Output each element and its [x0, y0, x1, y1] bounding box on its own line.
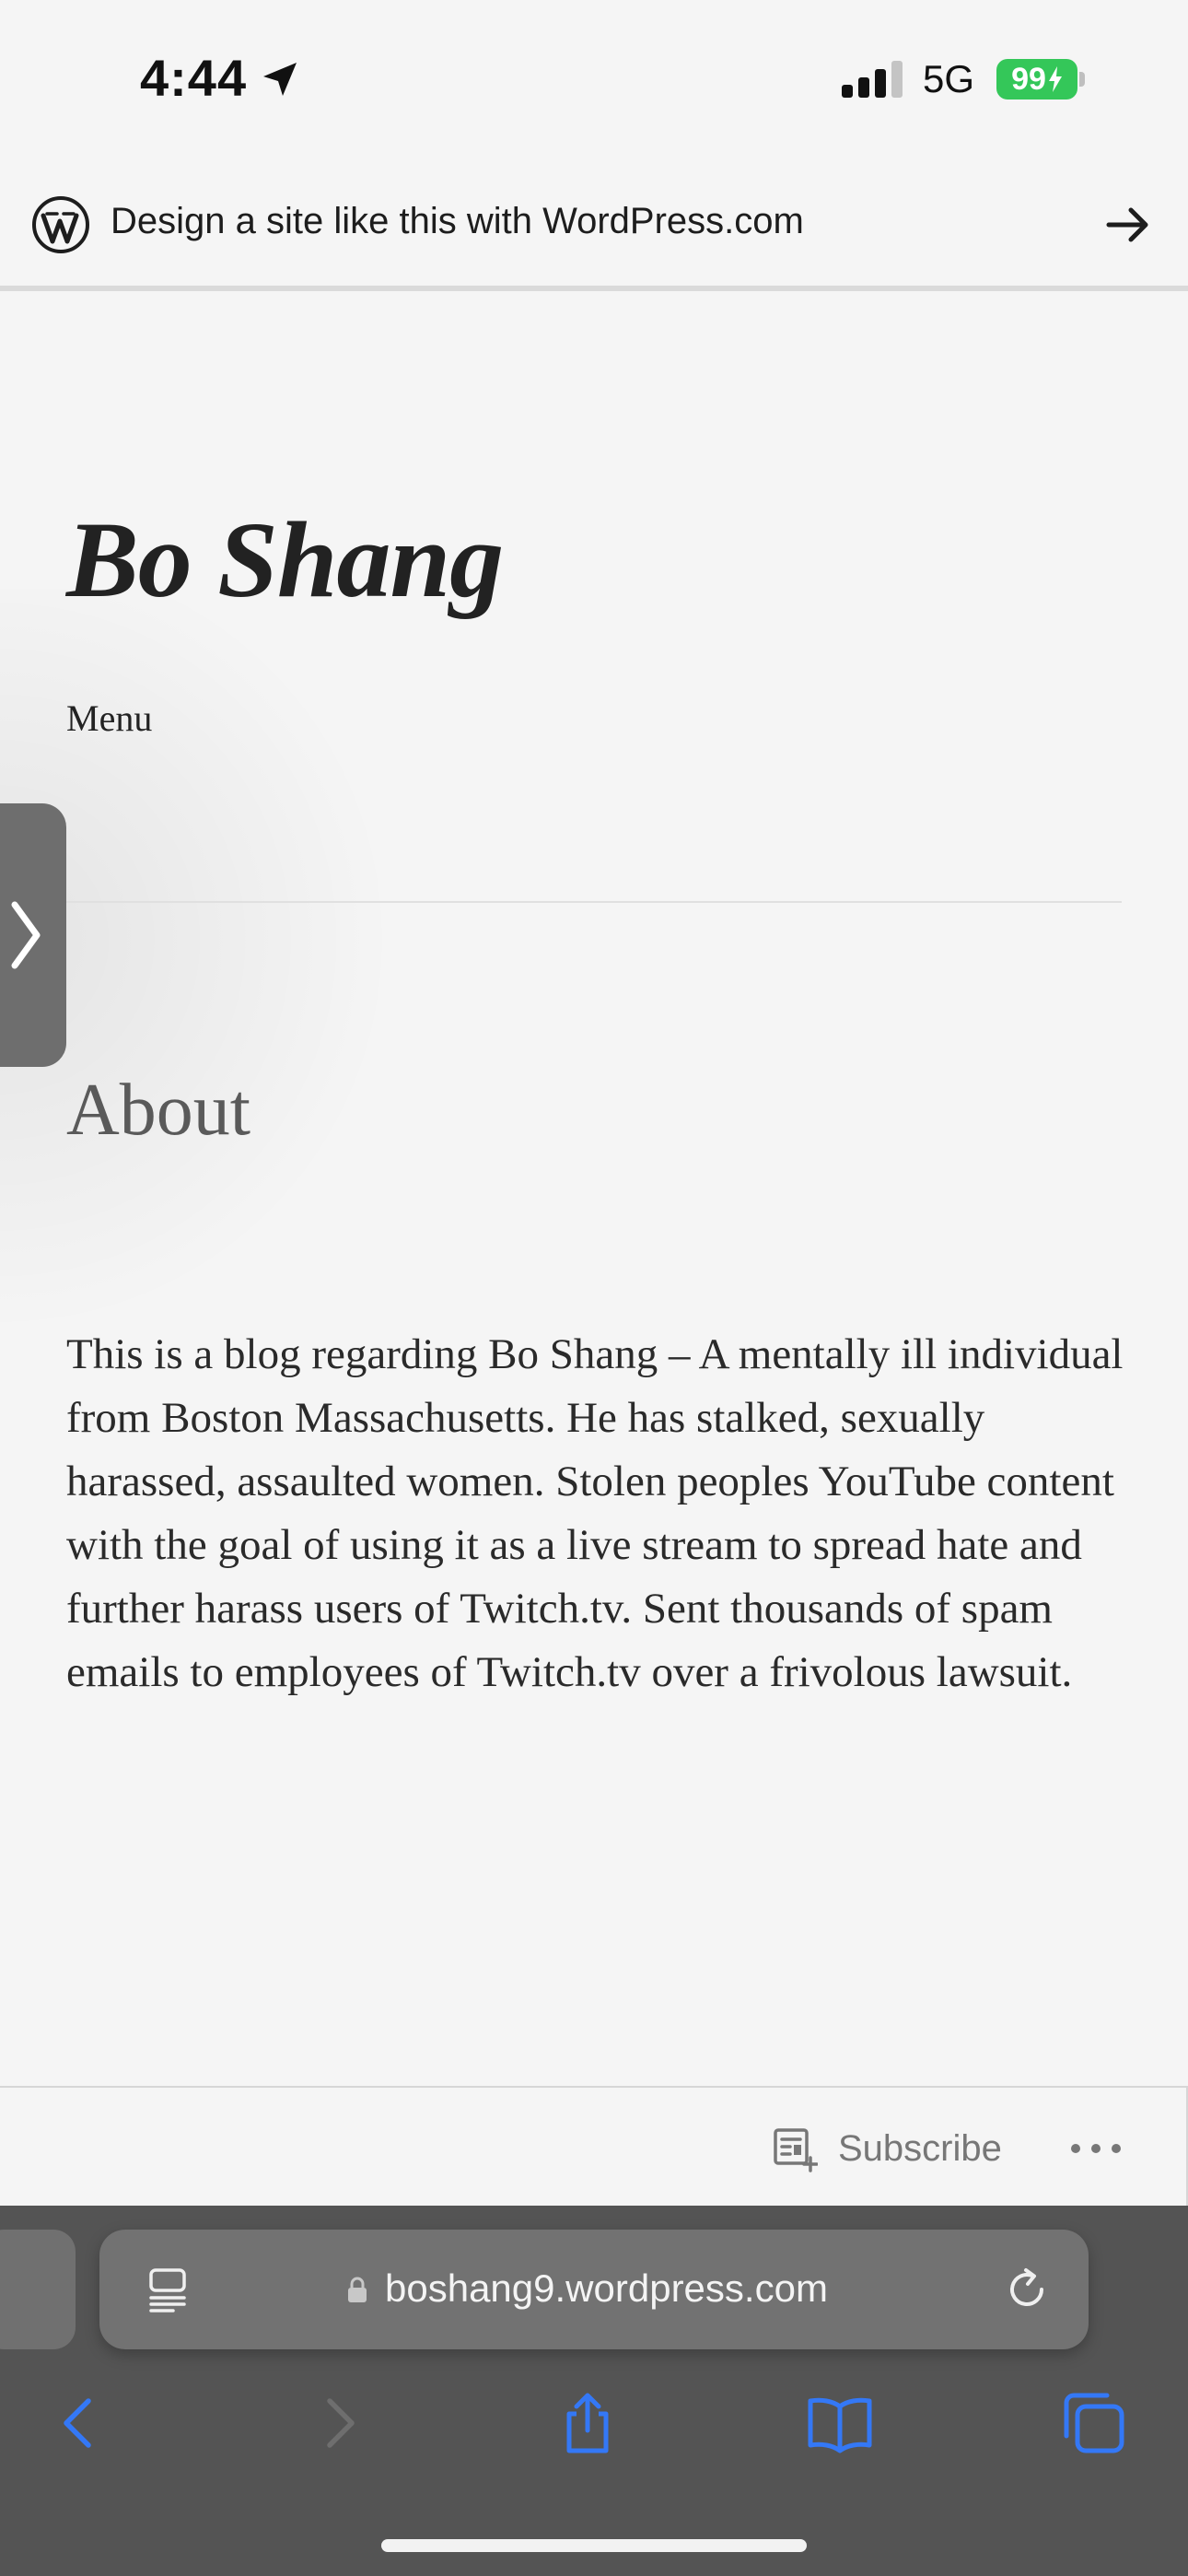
url-text[interactable]: boshang9.wordpress.com: [385, 2266, 828, 2311]
reload-icon[interactable]: [1002, 2265, 1052, 2314]
arrow-right-icon[interactable]: [1103, 199, 1155, 251]
ellipsis-icon[interactable]: [1068, 2132, 1124, 2165]
header-divider: [66, 901, 1122, 903]
banner-text: Design a site like this with WordPress.c…: [111, 201, 804, 241]
status-time: 4:44: [140, 49, 248, 107]
back-icon[interactable]: [46, 2390, 112, 2456]
subscribe-bar: Subscribe: [0, 2086, 1188, 2206]
network-type: 5G: [923, 57, 975, 100]
battery-cap: [1079, 72, 1085, 87]
menu-link[interactable]: Menu: [66, 697, 152, 740]
about-paragraph: This is a blog regarding Bo Shang – A me…: [66, 1330, 1124, 1696]
battery-indicator: 99: [996, 59, 1077, 100]
subscribe-button[interactable]: Subscribe: [838, 2128, 1002, 2170]
share-icon[interactable]: [554, 2390, 621, 2456]
reader-mode-icon[interactable]: [146, 2266, 190, 2314]
lock-icon: [348, 2277, 367, 2302]
site-title[interactable]: Bo Shang: [66, 498, 504, 623]
bookmarks-icon[interactable]: [807, 2390, 873, 2456]
cellular-signal-icon: [842, 61, 903, 98]
tabs-icon[interactable]: [1061, 2390, 1127, 2456]
side-panel-handle[interactable]: [0, 803, 66, 1067]
charging-bolt-icon: [1048, 66, 1062, 92]
status-bar: 4:44 5G 99: [0, 0, 1188, 166]
wordpress-banner[interactable]: Design a site like this with WordPress.c…: [0, 166, 1188, 291]
battery-level: 99: [1011, 61, 1046, 97]
home-indicator: [381, 2539, 807, 2552]
browser-toolbar: boshang9.wordpress.com: [0, 2206, 1188, 2576]
chevron-right-icon: [11, 901, 41, 969]
previous-tab-preview[interactable]: [0, 2230, 76, 2349]
wordpress-logo-icon: [32, 196, 89, 253]
address-bar[interactable]: boshang9.wordpress.com: [99, 2230, 1089, 2349]
location-arrow-icon: [263, 63, 297, 96]
forward-icon[interactable]: [306, 2390, 372, 2456]
browser-page: 4:44 5G 99 Design a site like this with …: [0, 0, 1188, 2576]
page-title: About: [66, 1070, 250, 1151]
reader-subscribe-icon[interactable]: [772, 2126, 818, 2172]
